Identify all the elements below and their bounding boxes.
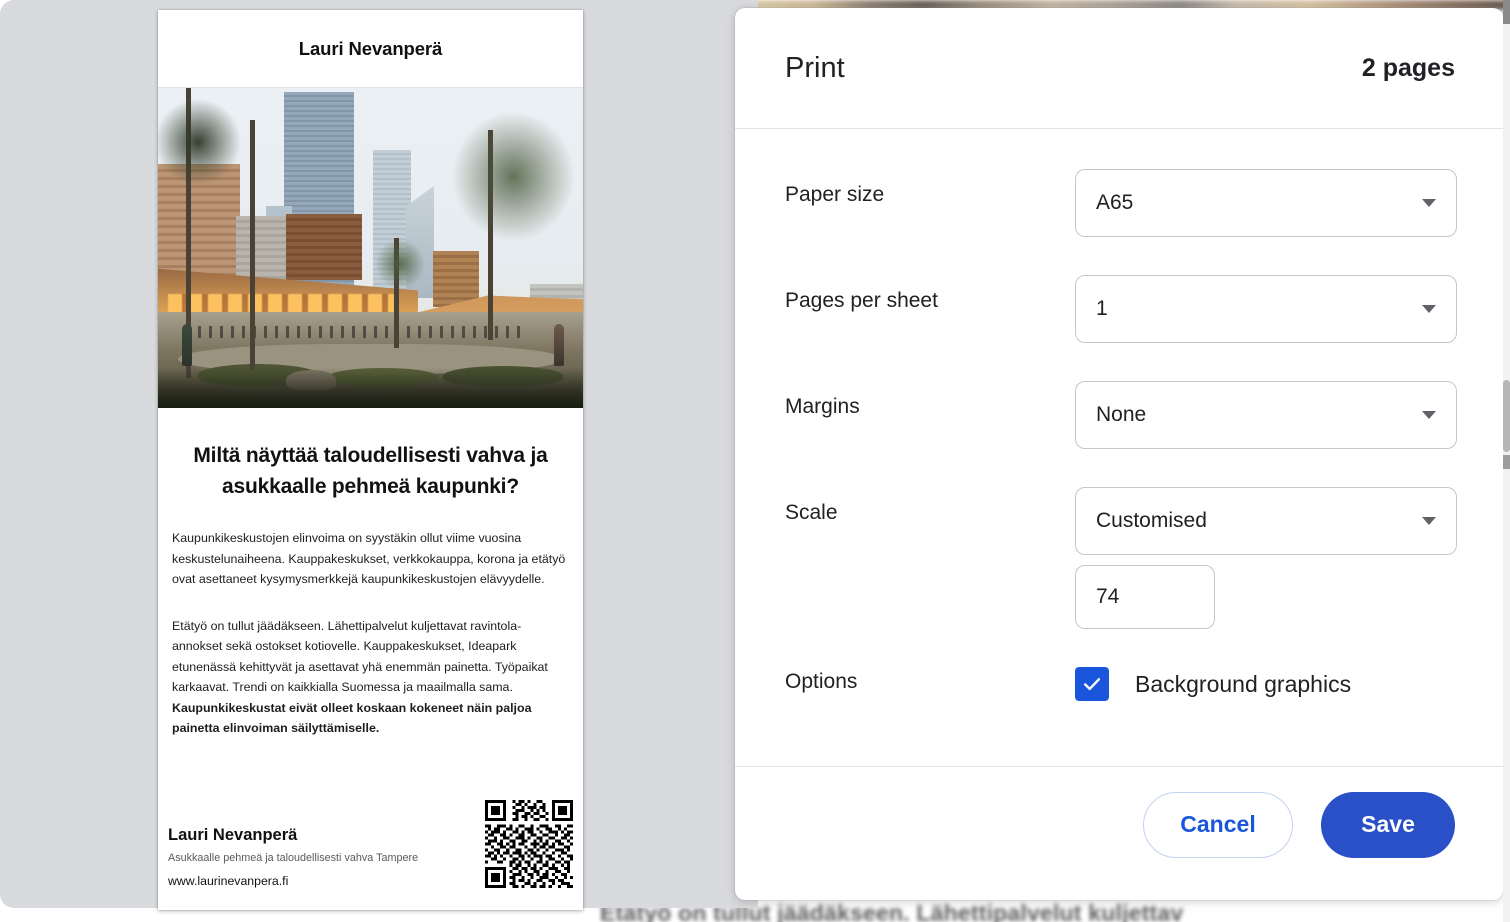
footer-name: Lauri Nevanperä [168, 826, 298, 844]
paper-size-row: Paper size A65 [785, 169, 1457, 237]
margins-select[interactable]: None [1075, 381, 1457, 449]
document-headline: Miltä näyttää taloudellisesti vahva ja a… [193, 444, 548, 498]
scale-percent-input[interactable]: 74 [1075, 565, 1215, 629]
margins-value: None [1096, 403, 1147, 426]
cancel-button[interactable]: Cancel [1143, 791, 1293, 858]
scrollbar-lower-nub [1503, 455, 1510, 469]
margins-row: Margins None [785, 381, 1457, 449]
scale-row: Scale Customised 74 [785, 487, 1457, 629]
page-scrollbar-thumb[interactable] [1503, 380, 1510, 452]
check-icon [1083, 678, 1101, 691]
document-body: Miltä näyttää taloudellisesti vahva ja a… [158, 408, 583, 739]
margins-label: Margins [785, 395, 860, 418]
page-count-summary: 2 pages [1361, 53, 1455, 82]
pages-per-sheet-label: Pages per sheet [785, 289, 938, 312]
preview-page: Lauri Nevanperä Miltä näyttää taloudelli… [158, 10, 583, 910]
document-paragraph-2: Etätyö on tullut jäädäkseen. Lähettipalv… [172, 616, 569, 739]
pages-per-sheet-value: 1 [1096, 297, 1108, 320]
scale-value: Customised [1096, 509, 1207, 532]
footer-text-block: Lauri Nevanperä Asukkaalle pehmeä ja tal… [168, 826, 418, 888]
paper-size-label: Paper size [785, 183, 885, 206]
page-scrollbar-track[interactable] [1503, 0, 1510, 922]
print-dialog-title: Print [785, 51, 845, 84]
scale-label: Scale [785, 501, 838, 524]
background-graphics-label[interactable]: Background graphics [1135, 671, 1351, 698]
chevron-down-icon [1422, 199, 1436, 207]
pages-per-sheet-row: Pages per sheet 1 [785, 275, 1457, 343]
scale-percent-value: 74 [1096, 585, 1120, 608]
scrollbar-top-nub [1503, 0, 1510, 24]
print-dialog-header: Print 2 pages [735, 8, 1503, 129]
print-dialog: Print 2 pages Paper size A65 Pages per s… [735, 8, 1503, 900]
document-brand: Lauri Nevanperä [298, 37, 443, 59]
chevron-down-icon [1422, 305, 1436, 313]
document-footer: Lauri Nevanperä Asukkaalle pehmeä ja tal… [158, 800, 583, 910]
paragraph-2-bold: Kaupunkikeskustat eivät olleet koskaan k… [172, 700, 532, 736]
chevron-down-icon [1422, 411, 1436, 419]
chevron-down-icon [1422, 517, 1436, 525]
document-header: Lauri Nevanperä [158, 10, 583, 88]
hero-image [158, 88, 583, 408]
paragraph-2-plain: Etätyö on tullut jäädäkseen. Lähettipalv… [172, 618, 548, 695]
document-paragraph-1: Kaupunkikeskustojen elinvoima on syystäk… [172, 531, 566, 586]
print-dialog-footer: Cancel Save [735, 767, 1503, 900]
options-row: Options Background graphics [785, 667, 1453, 701]
footer-tagline: Asukkaalle pehmeä ja taloudellisesti vah… [168, 852, 419, 864]
screen: Etätyö on tullut jäädäkseen. Lähettipalv… [0, 0, 1510, 922]
paper-size-value: A65 [1096, 191, 1134, 214]
footer-url: www.laurinevanpera.fi [168, 874, 289, 888]
pages-per-sheet-select[interactable]: 1 [1075, 275, 1457, 343]
print-settings-form: Paper size A65 Pages per sheet 1 Margins… [735, 129, 1503, 767]
qr-code-icon [485, 800, 573, 888]
save-button[interactable]: Save [1321, 791, 1455, 858]
paper-size-select[interactable]: A65 [1075, 169, 1457, 237]
background-graphics-checkbox[interactable] [1075, 667, 1109, 701]
scale-select[interactable]: Customised [1075, 487, 1457, 555]
options-label: Options [785, 670, 858, 693]
